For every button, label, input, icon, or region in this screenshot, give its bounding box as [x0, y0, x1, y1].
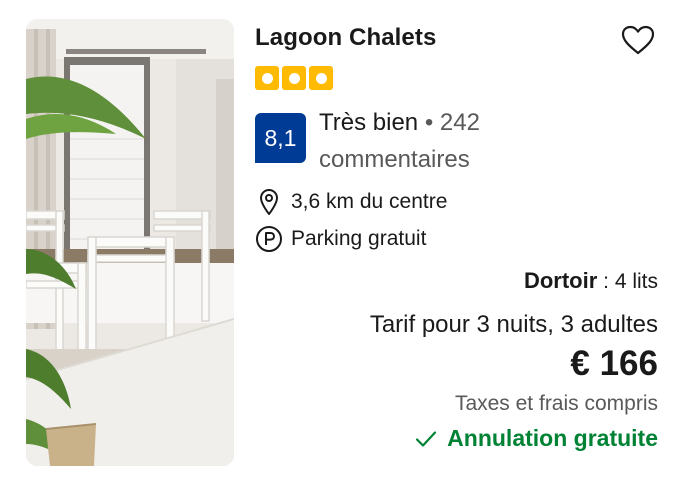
property-photo[interactable]	[26, 19, 234, 466]
heart-icon[interactable]	[620, 24, 656, 56]
room-separator: :	[597, 270, 615, 293]
review-summary[interactable]: Très bien • 242 commentaires	[319, 104, 549, 178]
parking-icon	[255, 224, 283, 254]
star-rating	[255, 66, 333, 90]
price-stay-label: Tarif pour 3 nuits, 3 adultes	[369, 311, 658, 338]
room-beds: 4 lits	[614, 270, 658, 293]
rating-separator: •	[424, 109, 434, 136]
taxes-note: Taxes et frais compris	[454, 392, 658, 415]
star-icon	[309, 66, 333, 90]
review-count-label: commentaires	[319, 146, 470, 173]
room-info: Dortoir : 4 lits	[524, 268, 658, 294]
distance-text: 3,6 km du centre	[291, 190, 448, 213]
map-pin-icon	[255, 187, 283, 217]
check-icon	[416, 430, 437, 447]
parking-text: Parking gratuit	[291, 227, 427, 250]
rating-label: Très bien	[319, 109, 419, 136]
free-cancellation: Annulation gratuite	[415, 425, 658, 452]
review-score-badge: 8,1	[255, 113, 306, 163]
review-count: 242	[439, 109, 480, 136]
room-type: Dortoir	[523, 268, 598, 293]
star-icon	[282, 66, 306, 90]
price: € 166	[570, 344, 658, 383]
star-icon	[255, 66, 279, 90]
distance-row: 3,6 km du centre	[255, 187, 447, 217]
property-card[interactable]: Lagoon Chalets 8,1 Très bien • 242 comme…	[0, 0, 685, 500]
free-cancellation-text: Annulation gratuite	[447, 425, 658, 451]
parking-row: Parking gratuit	[255, 224, 426, 254]
property-title[interactable]: Lagoon Chalets	[255, 24, 436, 52]
